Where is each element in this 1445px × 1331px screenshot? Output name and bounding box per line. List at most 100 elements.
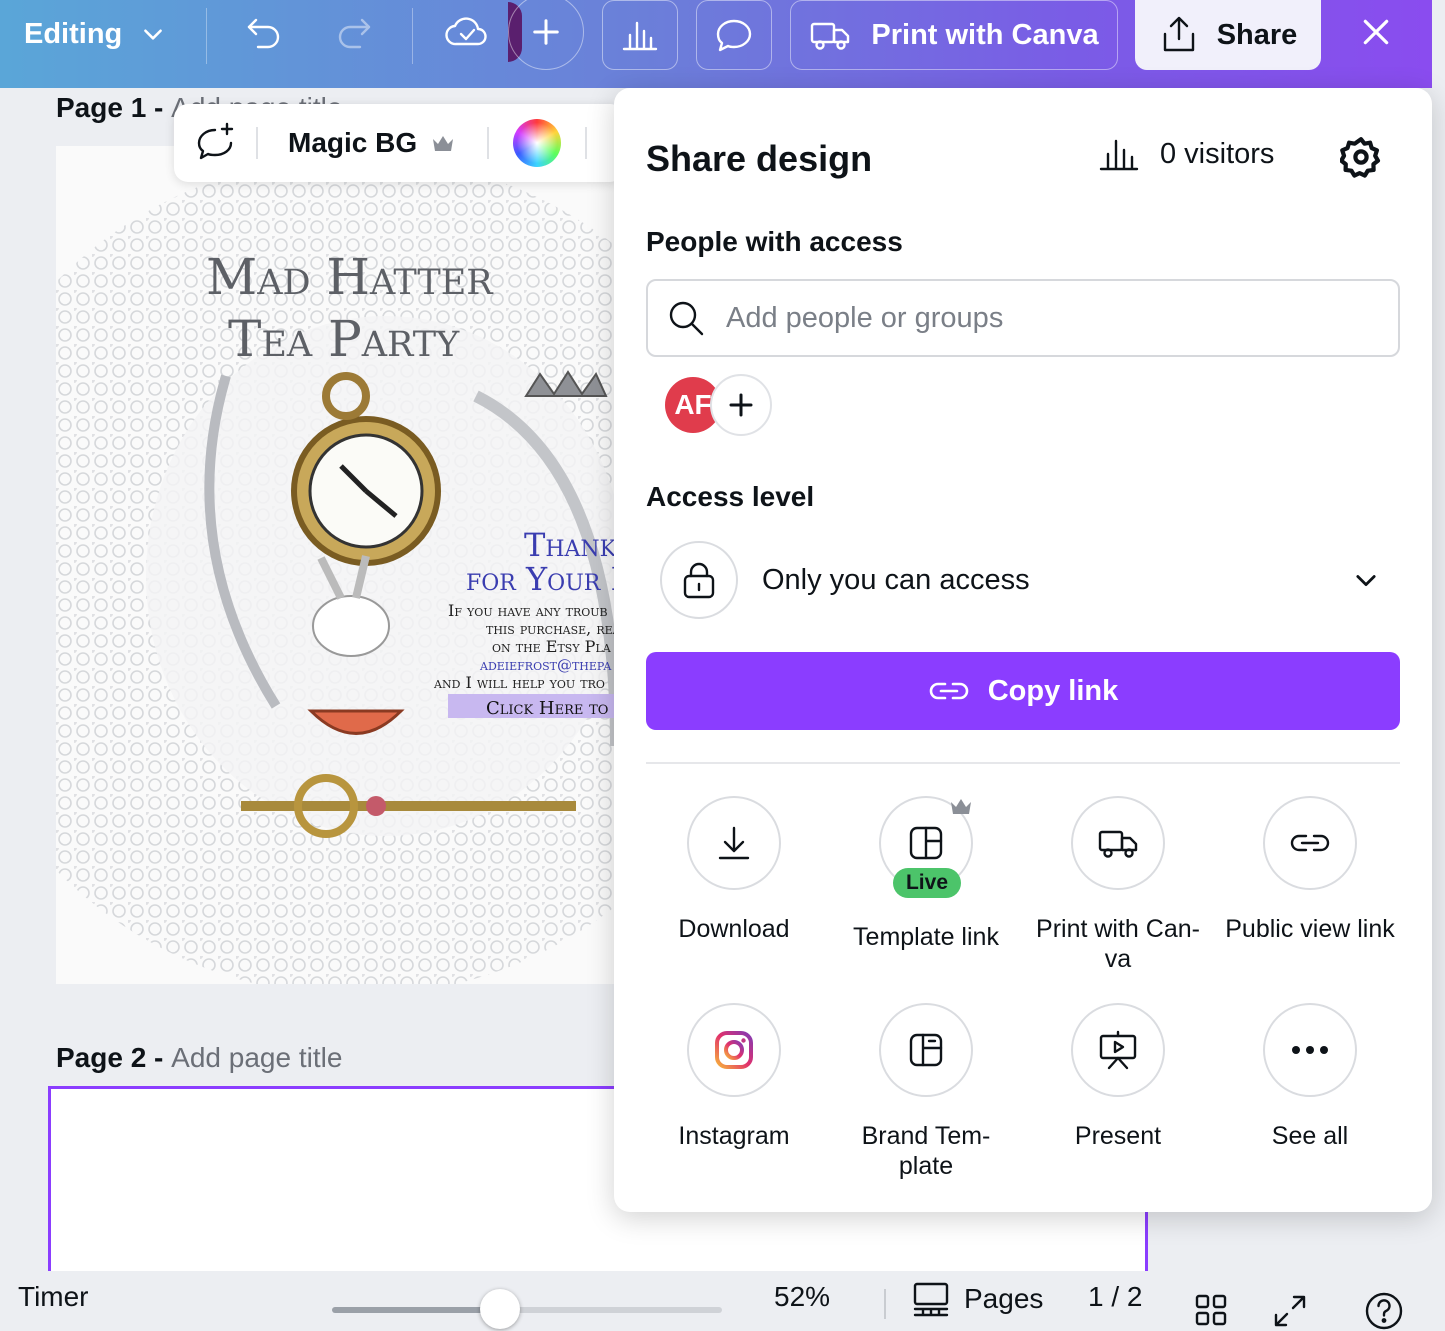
people-with-access-heading: People with access bbox=[646, 226, 903, 257]
design-title-line-2: Tea Party bbox=[228, 310, 460, 368]
print-with-canva-option-label: Print with Can-va bbox=[1036, 915, 1200, 973]
instagram-option[interactable]: Instagram bbox=[639, 1003, 829, 1151]
design-body-line-3: on the Etsy Pla bbox=[492, 637, 612, 656]
share-panel: Share design 0 visitors People with acce… bbox=[614, 88, 1432, 1212]
share-panel-title: Share design bbox=[646, 138, 873, 179]
live-badge: Live bbox=[893, 868, 961, 898]
template-icon-circle: Live bbox=[879, 796, 973, 898]
toolbar-divider bbox=[412, 8, 413, 64]
share-upload-icon bbox=[1163, 16, 1194, 52]
brand-template-label: Brand Tem-plate bbox=[861, 1122, 991, 1180]
template-link-label: Template link bbox=[853, 923, 999, 951]
design-title-line-1: Mad Hatter bbox=[206, 248, 494, 306]
magic-edit-button[interactable] bbox=[174, 104, 256, 182]
search-icon bbox=[669, 301, 704, 336]
cloud-check-icon bbox=[445, 17, 487, 46]
top-toolbar: Editing Print with Canva Share bbox=[0, 0, 1432, 88]
design-cta: Click Here to A bbox=[486, 698, 626, 719]
color-picker-button[interactable] bbox=[489, 104, 585, 182]
cloud-saved-button[interactable] bbox=[442, 10, 492, 54]
grid-icon bbox=[1195, 1294, 1227, 1326]
template-link-option[interactable]: Live Template link bbox=[831, 796, 1021, 952]
undo-icon bbox=[247, 18, 280, 49]
visitors-button[interactable]: 0 visitors bbox=[1098, 136, 1274, 172]
toolbar-divider bbox=[206, 8, 207, 64]
instagram-label: Instagram bbox=[678, 1122, 790, 1150]
pages-button[interactable]: Pages bbox=[912, 1281, 1043, 1317]
brand-template-option[interactable]: Brand Tem-plate bbox=[831, 1003, 1021, 1181]
template-icon bbox=[909, 826, 943, 860]
page-2-label[interactable]: Page 2 - Add page title bbox=[56, 1042, 342, 1074]
truck-icon bbox=[1098, 830, 1138, 858]
comments-button[interactable] bbox=[696, 0, 772, 70]
toolbar-divider bbox=[884, 1289, 886, 1319]
download-label: Download bbox=[678, 915, 790, 943]
print-with-canva-label: Print with Canva bbox=[871, 18, 1099, 51]
present-label: Present bbox=[1074, 1122, 1162, 1150]
undo-button[interactable] bbox=[240, 12, 288, 52]
grid-view-button[interactable] bbox=[1194, 1293, 1228, 1331]
zoom-value: 52% bbox=[774, 1281, 831, 1312]
redo-icon bbox=[338, 18, 371, 49]
magic-bg-label: Magic BG bbox=[288, 127, 418, 158]
access-level-dropdown[interactable]: Only you can access bbox=[660, 540, 1400, 620]
download-icon bbox=[718, 826, 750, 860]
page-1-canvas[interactable]: Mad Hatter Tea Party Thank for Your P If… bbox=[56, 146, 626, 984]
close-panel-button[interactable] bbox=[1354, 10, 1398, 54]
plus-icon bbox=[533, 19, 559, 45]
insights-button[interactable] bbox=[602, 0, 678, 70]
add-button[interactable] bbox=[508, 0, 584, 70]
see-all-label: See all bbox=[1271, 1122, 1349, 1150]
see-all-option[interactable]: See all bbox=[1215, 1003, 1405, 1151]
present-icon bbox=[1099, 1030, 1137, 1070]
zoom-slider[interactable] bbox=[332, 1307, 722, 1313]
toolbar-divider bbox=[585, 127, 588, 159]
bottom-bar: Timer 52% Pages 1 / 2 bbox=[0, 1271, 1445, 1331]
chat-sparkle-icon bbox=[197, 122, 234, 160]
lock-icon bbox=[683, 562, 715, 599]
page-1-prefix: Page 1 - bbox=[56, 92, 164, 123]
timer-button[interactable]: Timer bbox=[18, 1281, 89, 1313]
design-body-line-4: adeiefrost@thepa bbox=[479, 656, 612, 674]
add-people-search[interactable] bbox=[646, 279, 1400, 357]
more-icon-circle bbox=[1263, 1003, 1357, 1097]
lock-icon-container bbox=[660, 541, 738, 619]
gear-icon bbox=[1340, 137, 1381, 178]
download-icon-circle bbox=[687, 796, 781, 890]
copy-link-button[interactable]: Copy link bbox=[646, 652, 1400, 730]
instagram-icon-circle bbox=[687, 1003, 781, 1097]
page-2-title-placeholder[interactable]: Add page title bbox=[171, 1042, 342, 1073]
redo-button[interactable] bbox=[330, 12, 378, 52]
page-2-prefix: Page 2 - bbox=[56, 1042, 164, 1073]
add-people-input[interactable] bbox=[726, 301, 1366, 335]
design-body-line-5: and I will help you tro bbox=[433, 673, 605, 692]
add-person-button[interactable] bbox=[710, 374, 772, 436]
close-icon bbox=[1363, 19, 1389, 45]
share-settings-button[interactable] bbox=[1338, 134, 1384, 180]
plus-icon bbox=[729, 393, 753, 417]
magic-bg-button[interactable]: Magic BG bbox=[258, 104, 487, 182]
zoom-slider-handle[interactable] bbox=[479, 1289, 520, 1329]
invitation-artwork: Mad Hatter Tea Party Thank for Your P If… bbox=[56, 156, 626, 984]
print-with-canva-button[interactable]: Print with Canva bbox=[790, 0, 1118, 70]
color-wheel-icon bbox=[513, 119, 562, 167]
share-button[interactable]: Share bbox=[1135, 0, 1321, 70]
present-option[interactable]: Present bbox=[1023, 1003, 1213, 1151]
design-body-line-1: If you have any troub bbox=[448, 601, 608, 620]
crown-icon bbox=[433, 136, 454, 151]
fullscreen-button[interactable] bbox=[1272, 1293, 1308, 1331]
more-icon bbox=[1292, 1046, 1328, 1054]
public-view-link-label: Public view link bbox=[1225, 915, 1395, 943]
download-option[interactable]: Download bbox=[639, 796, 829, 944]
page-count[interactable]: 1 / 2 bbox=[1088, 1281, 1142, 1313]
editing-dropdown[interactable]: Editing bbox=[24, 14, 166, 54]
public-view-link-option[interactable]: Public view link bbox=[1215, 796, 1405, 944]
chevron-down-icon bbox=[1356, 575, 1376, 587]
page-count-value: 1 / 2 bbox=[1088, 1281, 1143, 1312]
help-button[interactable] bbox=[1364, 1291, 1404, 1331]
brand-template-icon bbox=[909, 1033, 943, 1067]
print-with-canva-option[interactable]: Print with Can-va bbox=[1023, 796, 1213, 974]
floating-element-toolbar: Magic BG bbox=[174, 104, 624, 182]
instagram-icon bbox=[715, 1031, 753, 1069]
zoom-level[interactable]: 52% bbox=[774, 1281, 830, 1313]
